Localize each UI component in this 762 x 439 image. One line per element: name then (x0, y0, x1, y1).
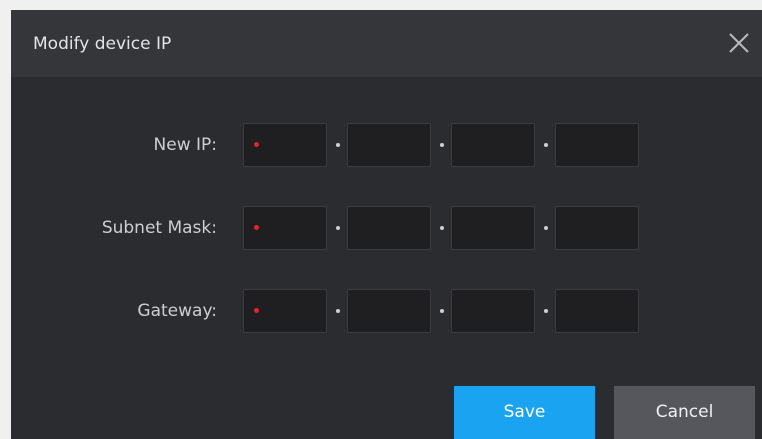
new-ip-row: New IP: (11, 123, 762, 167)
subnet-mask-octet-3-input[interactable] (451, 206, 535, 250)
dot-separator (440, 143, 444, 147)
subnet-mask-row: Subnet Mask: (11, 206, 762, 250)
new-ip-octet-3-input[interactable] (451, 123, 535, 167)
required-marker-icon (254, 225, 259, 230)
gateway-octet-3-input[interactable] (451, 289, 535, 333)
gateway-row: Gateway: (11, 289, 762, 333)
new-ip-octet-1-input[interactable] (243, 123, 327, 167)
dot-separator (336, 226, 340, 230)
dot-separator (440, 309, 444, 313)
dot-separator (440, 226, 444, 230)
modify-ip-dialog: Modify device IP New IP: Subnet Mask: Ga… (11, 10, 762, 439)
required-marker-icon (254, 142, 259, 147)
gateway-label: Gateway: (137, 301, 217, 321)
subnet-mask-octet-1-input[interactable] (243, 206, 327, 250)
gateway-octet-4-input[interactable] (555, 289, 639, 333)
dialog-title: Modify device IP (33, 34, 172, 54)
dot-separator (544, 309, 548, 313)
cancel-button[interactable]: Cancel (614, 386, 755, 439)
close-icon[interactable] (725, 29, 753, 57)
dot-separator (336, 309, 340, 313)
gateway-octet-1-input[interactable] (243, 289, 327, 333)
subnet-mask-octet-2-input[interactable] (347, 206, 431, 250)
new-ip-octet-4-input[interactable] (555, 123, 639, 167)
new-ip-octet-2-input[interactable] (347, 123, 431, 167)
dot-separator (336, 143, 340, 147)
gateway-octet-2-input[interactable] (347, 289, 431, 333)
new-ip-label: New IP: (153, 135, 217, 155)
save-button[interactable]: Save (454, 386, 595, 439)
subnet-mask-octet-4-input[interactable] (555, 206, 639, 250)
dot-separator (544, 226, 548, 230)
subnet-mask-label: Subnet Mask: (101, 218, 217, 238)
required-marker-icon (254, 308, 259, 313)
dot-separator (544, 143, 548, 147)
dialog-title-bar: Modify device IP (11, 10, 762, 77)
